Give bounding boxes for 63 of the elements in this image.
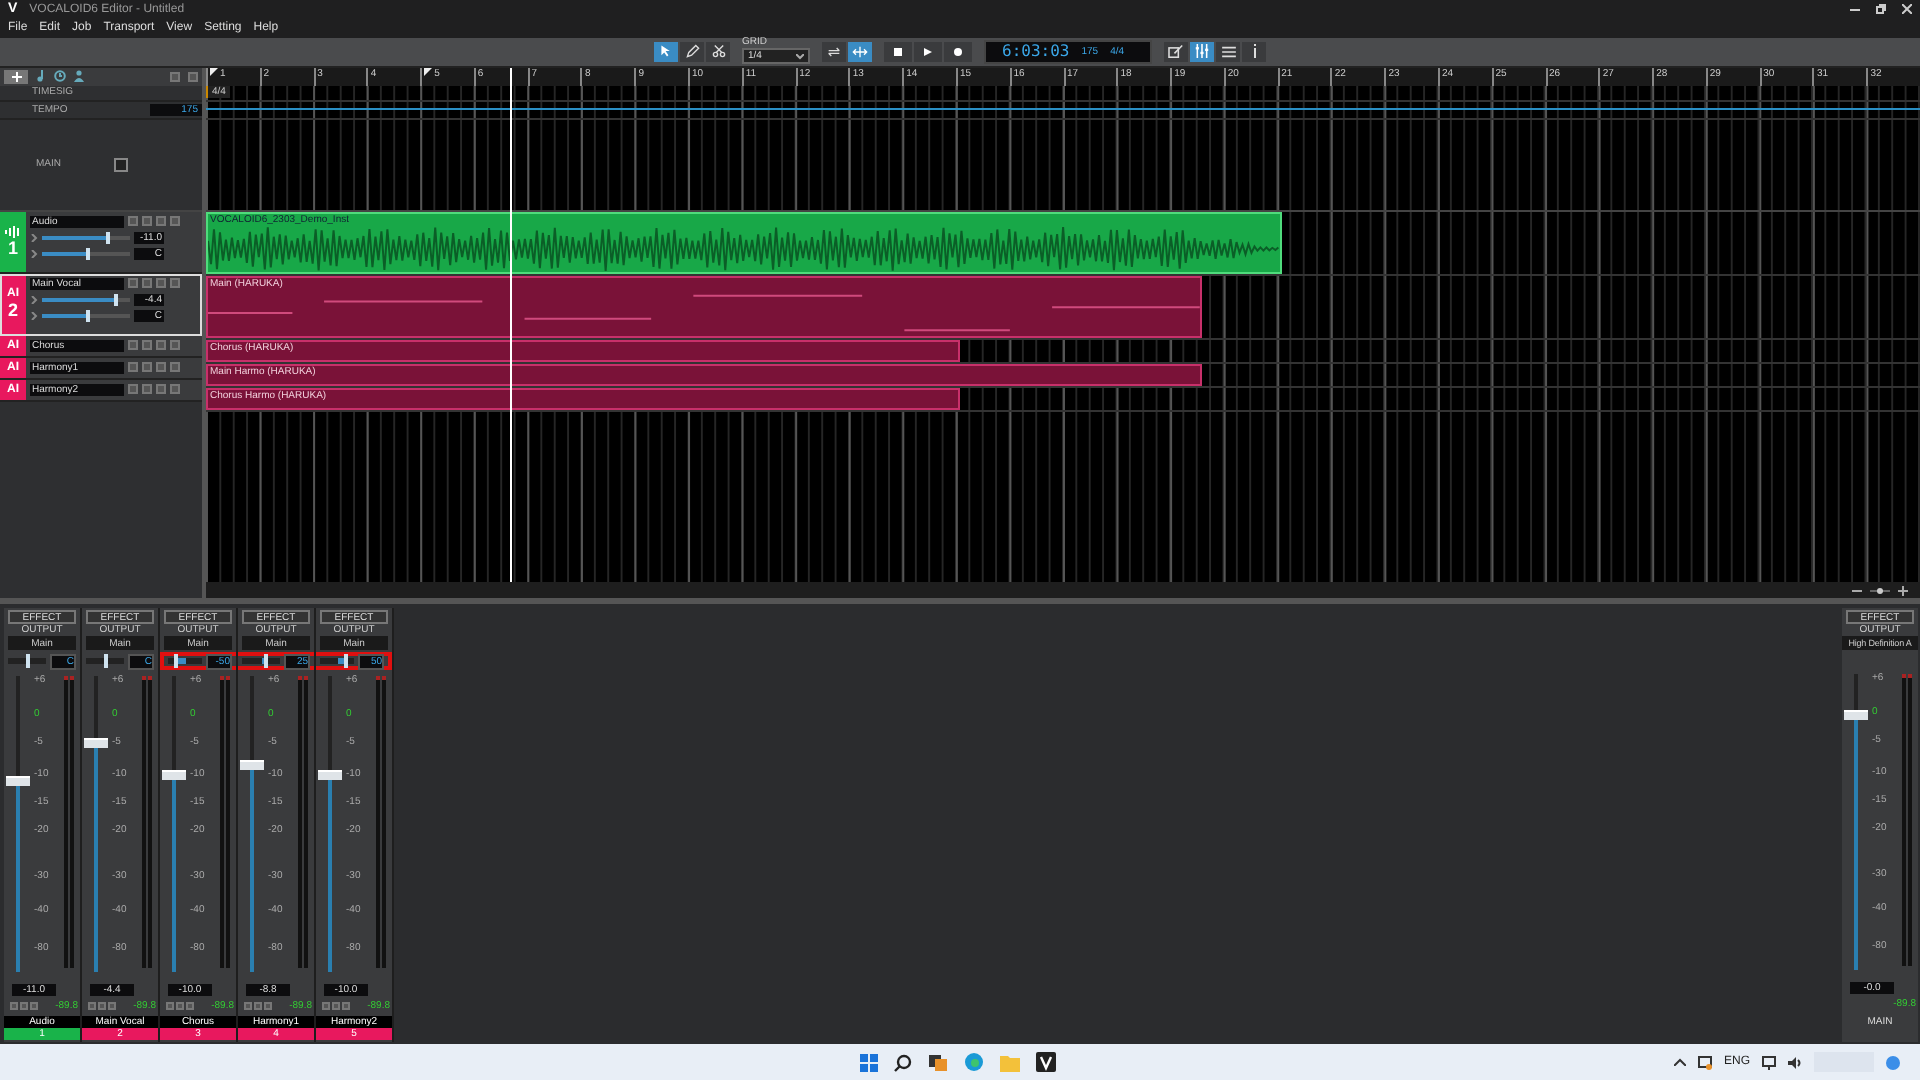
person-icon[interactable] [74, 70, 84, 83]
search-icon[interactable] [894, 1053, 912, 1072]
sync-icon[interactable] [1697, 1055, 1712, 1070]
volume-fader[interactable] [6, 676, 30, 973]
waveform-icon [4, 225, 22, 238]
zoom-slider-icon[interactable] [1870, 585, 1890, 596]
playhead-line[interactable] [509, 67, 512, 583]
pointer-tool-button[interactable] [654, 41, 678, 62]
stop-button[interactable] [884, 41, 912, 62]
monitor-icon[interactable] [1762, 1055, 1776, 1070]
edit-icon [1168, 44, 1184, 59]
chevron-up-icon[interactable] [1673, 1058, 1686, 1067]
play-button[interactable] [914, 41, 942, 62]
loop-button[interactable] [822, 41, 846, 62]
restore-icon[interactable] [1876, 4, 1886, 15]
follow-icon [852, 45, 868, 58]
loop-icon [826, 45, 842, 58]
zoom-out-icon[interactable] [1852, 585, 1862, 596]
notification-icon[interactable] [1886, 1055, 1900, 1070]
volume-fader[interactable] [1844, 674, 1868, 971]
pencil-tool-button[interactable] [680, 41, 704, 62]
volume-fader[interactable] [240, 676, 264, 973]
close-icon[interactable] [1902, 4, 1912, 15]
list-view-button[interactable] [1216, 41, 1240, 62]
minimize-icon[interactable] [1850, 4, 1860, 15]
pencil-icon [685, 44, 699, 59]
record-icon [954, 47, 962, 56]
info-view-button[interactable] [1242, 41, 1266, 62]
dropdown-caret-icon [796, 53, 804, 60]
volume-fader[interactable] [162, 676, 186, 973]
windows-icon[interactable] [860, 1053, 878, 1072]
pan-slider[interactable] [42, 251, 130, 256]
pan-slider[interactable] [42, 313, 130, 318]
volume-fader[interactable] [318, 676, 342, 973]
pan-slider[interactable] [242, 658, 280, 665]
pan-slider[interactable] [320, 658, 354, 665]
play-icon [924, 47, 932, 56]
browser-icon[interactable] [964, 1052, 984, 1073]
note-icon[interactable] [36, 70, 46, 83]
record-button[interactable] [944, 41, 972, 62]
edit-view-button[interactable] [1164, 41, 1188, 62]
pan-slider[interactable] [168, 658, 202, 665]
volume-fader[interactable] [84, 676, 108, 973]
list-icon [1221, 45, 1235, 58]
zoom-in-icon[interactable] [1898, 585, 1908, 596]
mixer-view-button[interactable] [1190, 41, 1214, 62]
main-checkbox[interactable] [113, 157, 127, 172]
info-icon [1251, 44, 1257, 59]
track-number: 2 [7, 301, 18, 320]
speaker-icon[interactable] [1788, 1055, 1802, 1070]
track-number: 1 [7, 239, 18, 258]
mixer-icon [1194, 44, 1210, 59]
stop-icon [894, 47, 902, 56]
loop-marker-icon[interactable] [210, 67, 218, 76]
app-icon[interactable] [1036, 1052, 1056, 1073]
volume-slider[interactable] [42, 235, 130, 240]
clock-icon[interactable] [54, 70, 66, 83]
follow-button[interactable] [848, 41, 872, 62]
scissors-tool-button[interactable] [706, 41, 730, 62]
volume-slider[interactable] [42, 297, 130, 302]
scissors-icon [711, 44, 725, 59]
pointer-icon [659, 44, 673, 59]
task-view-icon[interactable] [928, 1053, 948, 1072]
